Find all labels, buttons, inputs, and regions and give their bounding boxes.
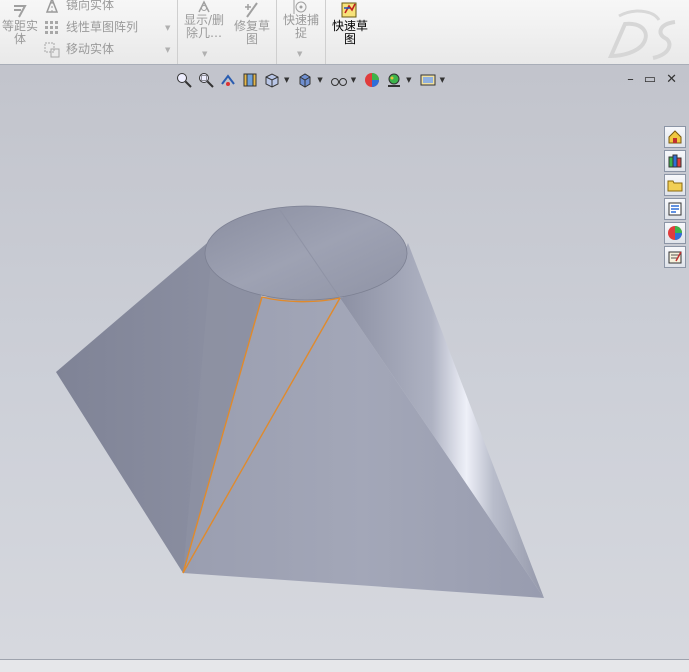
repair-sketch-label: 修复草 图 [233,19,270,46]
view-settings-dropdown-icon[interactable]: ▼ [440,76,445,84]
move-entities-icon [44,42,60,57]
section-view-button[interactable] [240,70,260,90]
offset-entities-icon [14,5,27,18]
linear-pattern-icon [45,20,58,34]
close-button[interactable]: ✕ [666,72,677,87]
display-style-dropdown-icon[interactable]: ▼ [317,76,322,84]
view-settings-button[interactable] [418,70,438,90]
hide-show-dropdown-icon[interactable]: ▼ [351,76,356,84]
design-library-icon [668,154,682,168]
cone-solid-model[interactable] [0,65,689,659]
display-relations-dropdown-icon[interactable]: ▼ [202,50,207,58]
hide-show-items-icon [330,78,347,86]
linear-sketch-pattern-label: 线性草图阵列 [66,20,139,34]
display-delete-relations-button[interactable]: 显示/删 除几… [181,0,227,40]
quick-sketch-icon [341,2,357,18]
quick-sketch-label: 快速草 图 [331,19,368,46]
mirror-entities-label: 镜向实体 [66,0,115,12]
heads-up-view-toolbar: ▼ ▼ ▼ ▼ ▼ [174,69,449,91]
mirror-entities-button[interactable]: 镜向实体 [44,0,114,14]
move-entities-label: 移动实体 [66,42,115,56]
move-entities-button[interactable]: 移动实体 [44,40,114,58]
view-orientation-icon [265,73,279,88]
custom-properties-icon [668,251,682,264]
zoom-to-area-button[interactable] [196,70,216,90]
appearances-scenes-icon [668,226,682,240]
task-pane-tabs [664,126,686,268]
zoom-to-fit-button[interactable] [174,70,194,90]
ribbon-separator [276,0,277,64]
restore-button[interactable]: ▭ [644,72,656,87]
quick-snaps-icon [293,0,307,14]
linear-sketch-pattern-button[interactable]: 线性草图阵列 [44,18,138,36]
graphics-area[interactable] [0,65,689,659]
command-manager-ribbon: 等距实 体 镜向实体 线性草图阵列 ▼ 移动实体 ▼ 显示/删 除几… ▼ 修复… [0,0,689,65]
edit-appearance-icon [365,73,380,87]
quick-snaps-dropdown-icon[interactable]: ▼ [297,50,302,58]
ribbon-separator [177,0,178,64]
file-explorer-tab[interactable] [664,174,686,196]
display-delete-relations-label: 显示/删 除几… [183,13,225,40]
offset-entities-button[interactable]: 等距实 体 [0,0,40,46]
mirror-entities-icon [45,0,59,14]
hide-show-items-button[interactable] [329,70,349,90]
move-entities-dropdown-icon[interactable]: ▼ [165,46,170,54]
appearances-scenes-tab[interactable] [664,222,686,244]
view-settings-icon [420,74,436,86]
previous-view-icon [221,74,235,86]
status-bar [0,659,689,672]
apply-scene-icon [388,73,401,87]
design-library-tab[interactable] [664,150,686,172]
zoom-to-fit-icon [177,73,192,88]
document-window-buttons: – ▭ ✕ [627,72,677,87]
dassault-systemes-logo [607,9,676,60]
ribbon-separator [325,0,326,64]
edit-appearance-button[interactable] [362,70,382,90]
custom-properties-tab[interactable] [664,246,686,268]
quick-sketch-button[interactable]: 快速草 图 [328,0,372,46]
view-orientation-button[interactable] [262,70,282,90]
quick-snaps-label: 快速捕 捉 [282,13,319,40]
linear-pattern-dropdown-icon[interactable]: ▼ [165,24,170,32]
previous-view-button[interactable] [218,70,238,90]
view-palette-tab[interactable] [664,198,686,220]
apply-scene-dropdown-icon[interactable]: ▼ [406,76,411,84]
repair-sketch-icon [245,2,258,18]
view-palette-icon [668,202,682,216]
zoom-to-area-icon [199,73,214,88]
repair-sketch-button[interactable]: 修复草 图 [230,0,274,46]
solidworks-resources-icon [668,130,682,144]
display-relations-icon [198,0,210,13]
file-explorer-icon [667,180,683,192]
quick-snaps-button[interactable]: 快速捕 捉 [280,0,322,40]
offset-entities-label: 等距实 体 [1,19,38,46]
view-orientation-dropdown-icon[interactable]: ▼ [284,76,289,84]
display-style-button[interactable] [295,70,315,90]
solidworks-resources-tab[interactable] [664,126,686,148]
top-circular-face[interactable] [204,205,408,301]
minimize-button[interactable]: – [627,72,634,87]
display-style-icon [299,73,311,88]
apply-scene-button[interactable] [384,70,404,90]
section-view-icon [243,73,257,87]
